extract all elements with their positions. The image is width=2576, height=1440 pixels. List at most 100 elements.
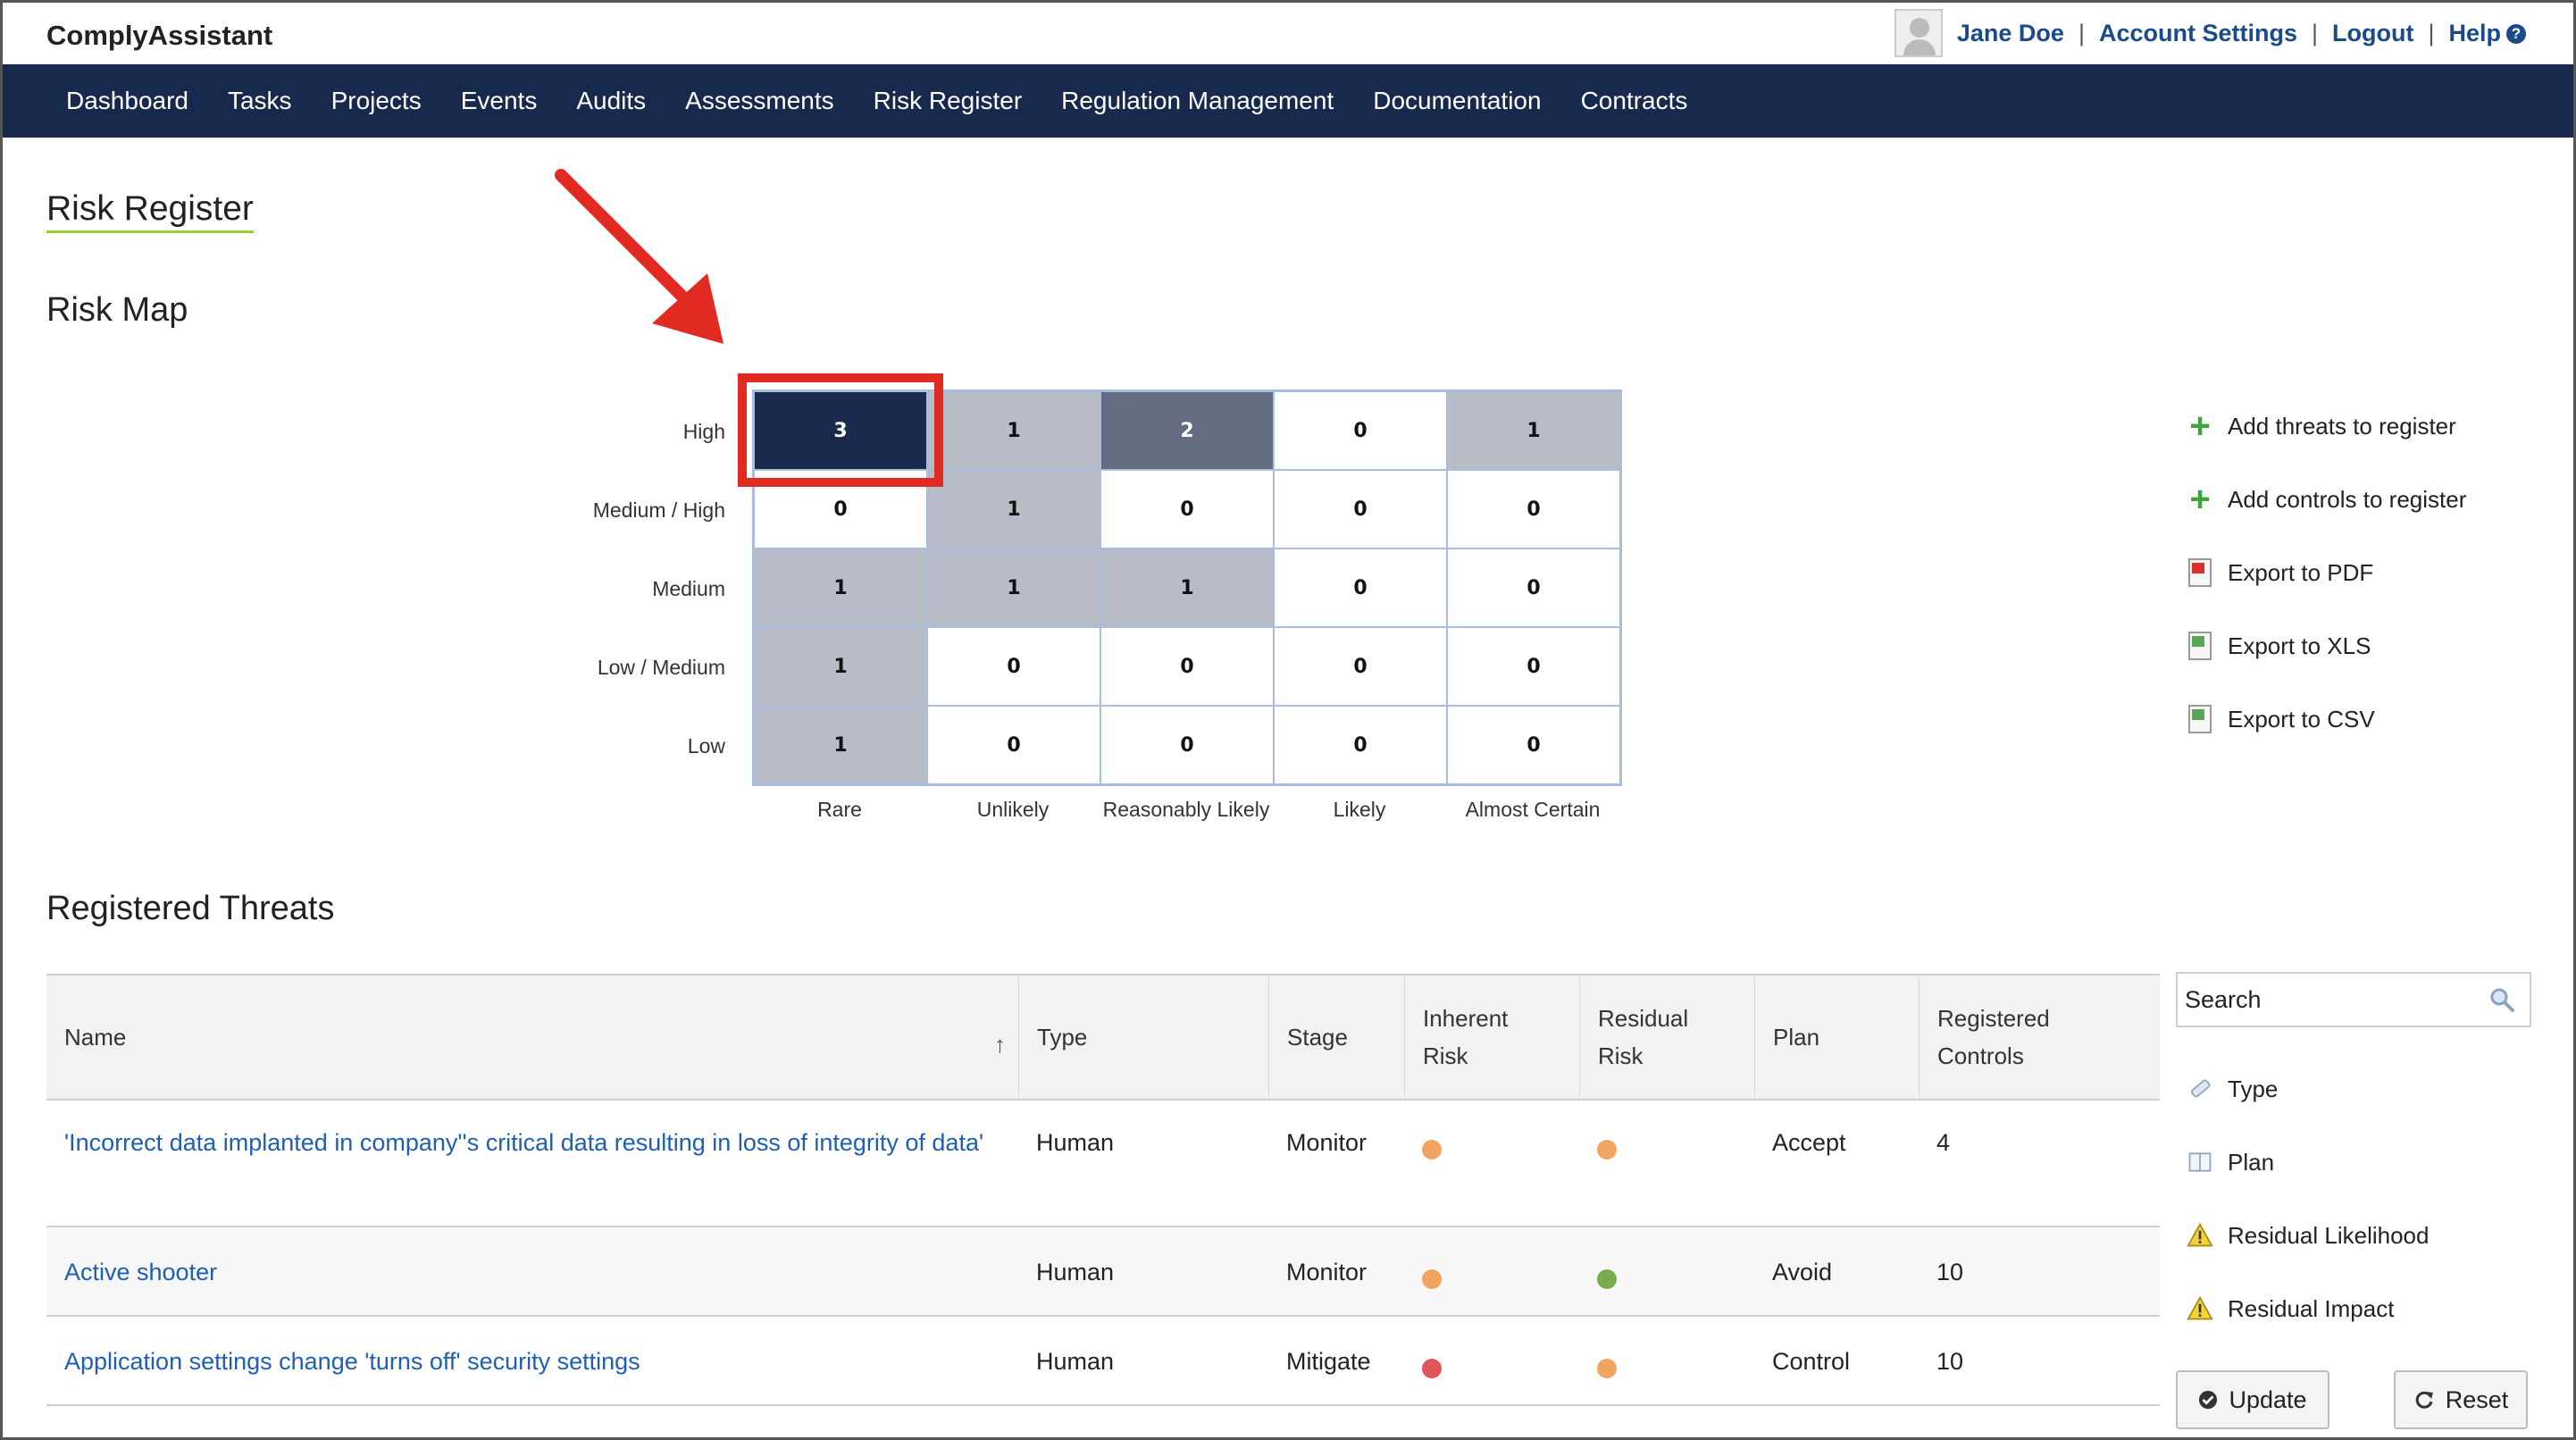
export-xls-action[interactable]: Export to XLS: [2185, 609, 2466, 682]
column-header-label: Inherent Risk: [1423, 1005, 1509, 1069]
risk-dot: [1422, 1359, 1442, 1378]
threat-stage: Monitor: [1286, 1129, 1367, 1156]
residual-risk-indicator: [1579, 1133, 1617, 1170]
column-header-label: Residual Risk: [1598, 1005, 1689, 1069]
nav-item-risk-register[interactable]: Risk Register: [874, 87, 1022, 115]
filter-panel: Type Plan Residual Likelihood Residual I…: [2185, 1052, 2429, 1345]
export-csv-action[interactable]: Export to CSV: [2185, 682, 2466, 756]
action-label: Export to XLS: [2228, 632, 2371, 659]
avatar[interactable]: [1894, 9, 1943, 57]
risk-map-cell[interactable]: 0: [927, 706, 1100, 784]
action-label: Add threats to register: [2228, 412, 2456, 440]
risk-map-cell[interactable]: 1: [927, 391, 1100, 470]
filter-residual-impact[interactable]: Residual Impact: [2185, 1272, 2429, 1345]
page-title[interactable]: Risk Register: [46, 189, 254, 233]
risk-map-cell[interactable]: 0: [1274, 706, 1447, 784]
threat-plan: Avoid: [1772, 1259, 1833, 1285]
logout-link[interactable]: Logout: [2332, 20, 2413, 47]
threat-stage: Monitor: [1286, 1259, 1367, 1285]
filter-label: Type: [2228, 1075, 2279, 1102]
column-header-type[interactable]: Type: [1018, 975, 1268, 1099]
filter-type[interactable]: Type: [2185, 1052, 2429, 1126]
user-name-link[interactable]: Jane Doe: [1957, 20, 2064, 47]
risk-map-cell[interactable]: 0: [1274, 548, 1447, 627]
search-input[interactable]: Search: [2176, 972, 2531, 1027]
risk-map-cell[interactable]: 0: [1274, 470, 1447, 548]
risk-map-cell[interactable]: 0: [1447, 548, 1620, 627]
risk-map-col-label: Likely: [1333, 798, 1386, 821]
plus-icon: +: [2189, 480, 2211, 519]
threats-table: Name ↑ Type Stage Inherent Risk Residual…: [46, 974, 2160, 1406]
column-header-stage[interactable]: Stage: [1268, 975, 1404, 1099]
nav-item-documentation[interactable]: Documentation: [1373, 87, 1541, 115]
help-link[interactable]: Help?: [2448, 20, 2526, 47]
add-threats-action[interactable]: + Add threats to register: [2185, 389, 2466, 463]
risk-map-cell[interactable]: 0: [1100, 470, 1274, 548]
table-header: Name ↑ Type Stage Inherent Risk Residual…: [46, 974, 2160, 1101]
column-header-name[interactable]: Name ↑: [46, 975, 1018, 1099]
export-pdf-action[interactable]: Export to PDF: [2185, 536, 2466, 609]
account-settings-link[interactable]: Account Settings: [2099, 20, 2297, 47]
separator: |: [2428, 19, 2435, 46]
risk-map-cell[interactable]: 1: [1447, 391, 1620, 470]
threat-plan: Control: [1772, 1348, 1851, 1375]
risk-map-cell[interactable]: 1: [754, 627, 927, 706]
nav-item-dashboard[interactable]: Dashboard: [66, 87, 188, 115]
risk-map-cell[interactable]: 1: [754, 706, 927, 784]
update-button[interactable]: Update: [2176, 1370, 2329, 1429]
risk-map-cell[interactable]: 0: [1447, 627, 1620, 706]
risk-map-cell[interactable]: 0: [1447, 706, 1620, 784]
threat-stage: Mitigate: [1286, 1348, 1371, 1375]
threat-name-text: Application settings change 'turns off' …: [64, 1348, 640, 1375]
risk-map-row-label: High: [682, 420, 725, 443]
nav-item-tasks[interactable]: Tasks: [228, 87, 292, 115]
risk-map-cell[interactable]: 1: [754, 548, 927, 627]
filter-plan[interactable]: Plan: [2185, 1126, 2429, 1199]
threat-controls-count: 4: [1936, 1129, 1951, 1156]
risk-actions: + Add threats to register + Add controls…: [2185, 389, 2466, 756]
action-label: Export to PDF: [2228, 558, 2374, 586]
add-controls-action[interactable]: + Add controls to register: [2185, 463, 2466, 536]
threat-name-link[interactable]: Active shooter: [46, 1253, 1011, 1291]
risk-map-cell[interactable]: 0: [1274, 391, 1447, 470]
reset-button[interactable]: Reset: [2394, 1370, 2528, 1429]
risk-map-cell[interactable]: 0: [1274, 627, 1447, 706]
column-header-residual-risk[interactable]: Residual Risk: [1579, 975, 1754, 1099]
column-header-plan[interactable]: Plan: [1754, 975, 1919, 1099]
search-icon[interactable]: [2488, 986, 2515, 1013]
risk-map-cell[interactable]: 0: [1447, 470, 1620, 548]
risk-map-cell[interactable]: 0: [1100, 627, 1274, 706]
risk-map-cell[interactable]: 2: [1100, 391, 1274, 470]
nav-item-regulation-management[interactable]: Regulation Management: [1061, 87, 1334, 115]
threat-name-text: 'Incorrect data implanted in company''s …: [64, 1129, 984, 1156]
help-icon: ?: [2506, 24, 2526, 45]
risk-map-cell[interactable]: 0: [927, 627, 1100, 706]
threat-name-link[interactable]: Application settings change 'turns off' …: [46, 1343, 1011, 1380]
nav-item-audits[interactable]: Audits: [576, 87, 646, 115]
risk-dot: [1422, 1269, 1442, 1289]
risk-map-cell[interactable]: 1: [927, 470, 1100, 548]
registered-threats-title: Registered Threats: [46, 890, 335, 927]
threat-name-link[interactable]: 'Incorrect data implanted in company''s …: [46, 1124, 1011, 1161]
filter-residual-likelihood[interactable]: Residual Likelihood: [2185, 1199, 2429, 1272]
threat-type: Human: [1036, 1129, 1115, 1156]
column-header-registered-controls[interactable]: Registered Controls: [1919, 975, 2160, 1099]
filter-label: Plan: [2228, 1148, 2275, 1176]
risk-dot: [1597, 1140, 1617, 1160]
column-header-label: Name: [64, 1024, 127, 1051]
nav-item-contracts[interactable]: Contracts: [1581, 87, 1688, 115]
main-nav: Dashboard Tasks Projects Events Audits A…: [0, 64, 2576, 138]
inherent-risk-indicator: [1404, 1133, 1442, 1170]
column-header-inherent-risk[interactable]: Inherent Risk: [1404, 975, 1579, 1099]
risk-map-cell[interactable]: 1: [1100, 548, 1274, 627]
risk-map-col-label: Almost Certain: [1465, 798, 1601, 821]
risk-map-cell[interactable]: 1: [927, 548, 1100, 627]
nav-item-projects[interactable]: Projects: [331, 87, 422, 115]
nav-item-events[interactable]: Events: [461, 87, 538, 115]
risk-map-cell[interactable]: 0: [1100, 706, 1274, 784]
sort-up-icon[interactable]: ↑: [994, 1026, 1006, 1063]
nav-item-assessments[interactable]: Assessments: [685, 87, 834, 115]
refresh-icon: [2415, 1391, 2433, 1409]
action-label: Export to CSV: [2228, 705, 2375, 733]
app-brand[interactable]: ComplyAssistant: [46, 20, 272, 52]
